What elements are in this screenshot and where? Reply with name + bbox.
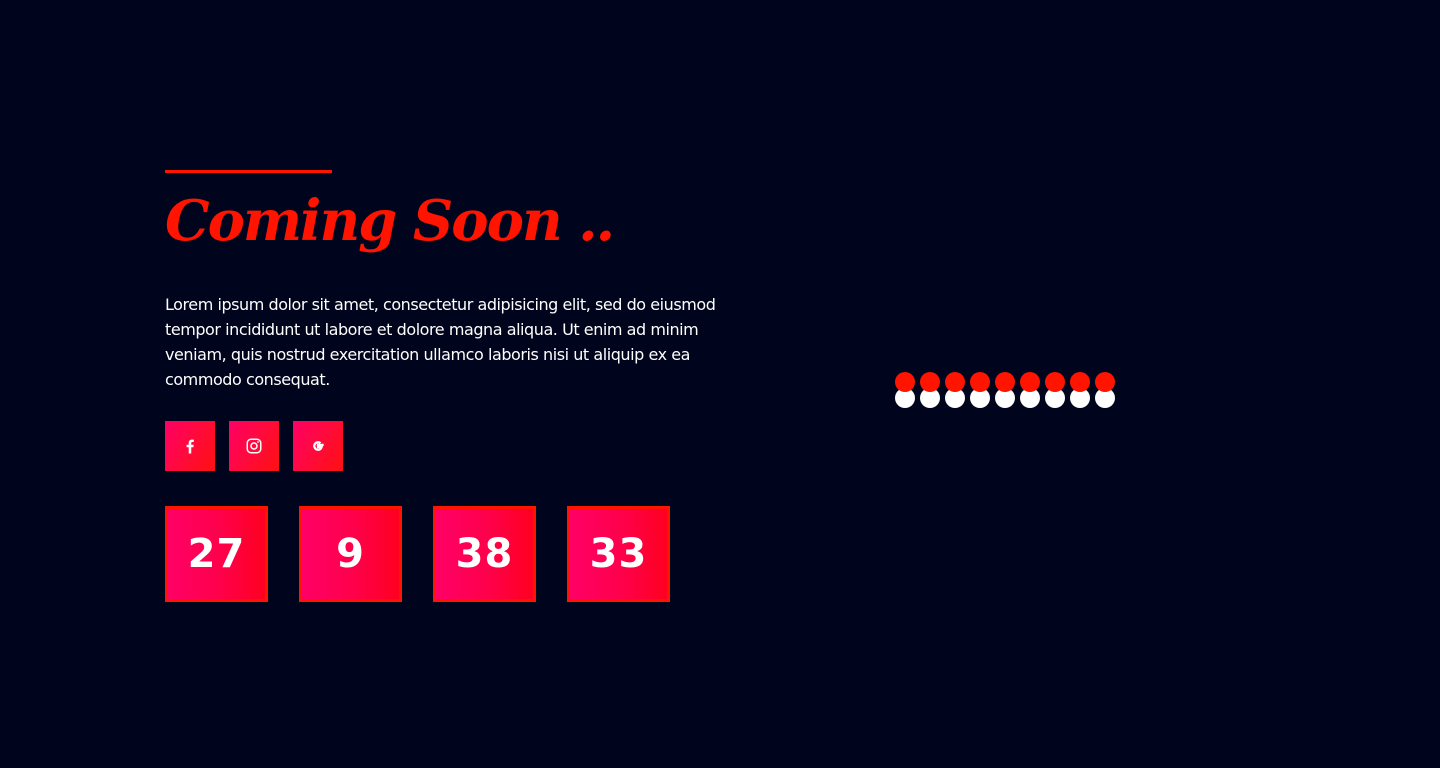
countdown-days-value: 27	[187, 531, 246, 577]
countdown-seconds: 33	[567, 506, 670, 602]
page-title: Coming Soon ..	[165, 188, 615, 254]
loader-dot-red	[1095, 372, 1115, 392]
loader-dot-red	[1020, 372, 1040, 392]
countdown-minutes: 38	[433, 506, 536, 602]
loading-dots-animation	[894, 372, 1124, 412]
coming-soon-page: Coming Soon .. Lorem ipsum dolor sit ame…	[0, 0, 1440, 768]
facebook-button[interactable]	[165, 421, 215, 471]
intro-paragraph: Lorem ipsum dolor sit amet, consectetur …	[165, 295, 716, 389]
countdown-seconds-value: 33	[589, 531, 648, 577]
loader-dot-red	[895, 372, 915, 392]
countdown-days: 27	[165, 506, 268, 602]
loader-dot-red	[995, 372, 1015, 392]
instagram-icon	[245, 437, 263, 455]
countdown-hours: 9	[299, 506, 402, 602]
loader-dot-red	[1045, 372, 1065, 392]
social-links	[165, 421, 343, 471]
google-icon	[309, 437, 327, 455]
countdown-timer: 27 9 38 33	[165, 506, 670, 602]
countdown-hours-value: 9	[336, 531, 365, 577]
instagram-button[interactable]	[229, 421, 279, 471]
google-button[interactable]	[293, 421, 343, 471]
title-accent-line	[165, 170, 332, 173]
loader-dot-red	[970, 372, 990, 392]
countdown-minutes-value: 38	[455, 531, 514, 577]
loader-dot-red	[1070, 372, 1090, 392]
facebook-icon	[180, 436, 200, 456]
loader-dot-red	[920, 372, 940, 392]
loader-dot-red	[945, 372, 965, 392]
